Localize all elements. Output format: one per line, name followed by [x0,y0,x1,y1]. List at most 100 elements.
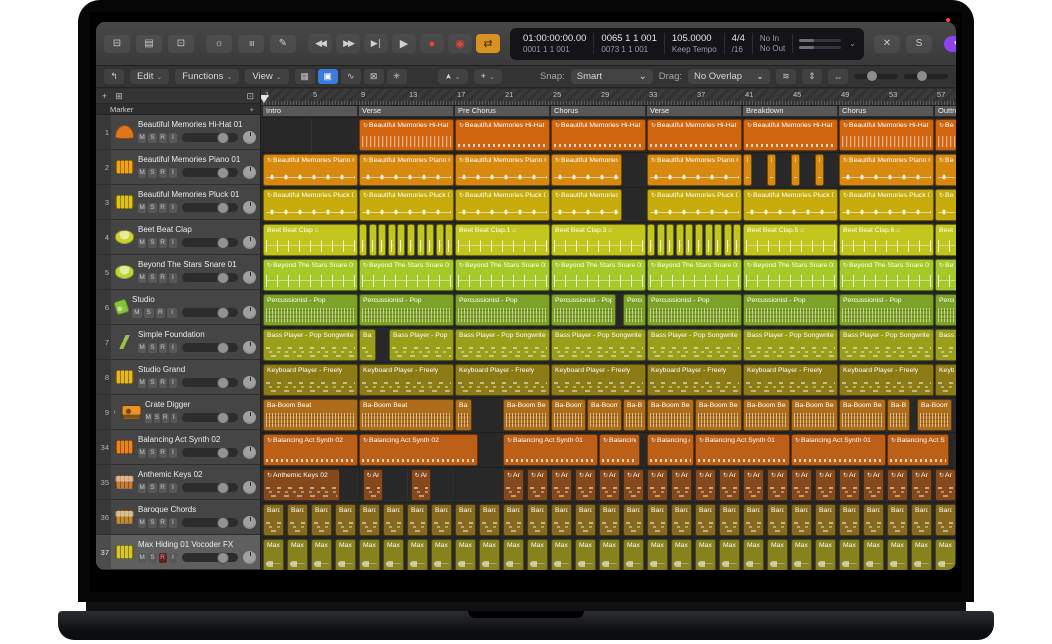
disclosure-icon[interactable]: › [111,409,118,416]
region[interactable]: ↻Balancing [599,434,640,466]
region[interactable]: B [369,224,377,256]
volume-slider[interactable] [182,273,238,282]
region[interactable]: Ba-Boom Beat [359,399,454,431]
record-enable-button[interactable]: R [159,553,167,563]
region[interactable]: ↻Anthe [647,469,668,501]
region[interactable]: Ba-Boom Beat [647,399,694,431]
region[interactable]: Ba-Boom Beat [695,399,742,431]
solo-button[interactable]: S [148,448,156,458]
record-enable-button[interactable]: R [159,483,167,493]
mute-button[interactable]: M [138,448,146,458]
input-monitor-button[interactable]: I [169,203,177,213]
region[interactable]: Baroque Chords [695,504,716,536]
track-header[interactable]: 5Beyond The Stars Snare 01MSRI [96,255,260,290]
pan-knob[interactable] [243,306,256,319]
input-monitor-button[interactable]: I [169,343,177,353]
section-marker[interactable]: Breakdown [743,106,839,116]
region[interactable]: Beet Beat Clap.5 ⌂ [743,224,838,256]
solo-button[interactable]: S [148,203,156,213]
region[interactable]: B [359,224,367,256]
input-monitor-button[interactable]: I [169,238,177,248]
region[interactable]: ↻Beautiful Memories Piano 01.1 [359,154,454,186]
cancel-button[interactable]: ✕ [874,35,900,53]
region[interactable]: B [724,224,732,256]
region[interactable]: ↻Balancing Act Synth 01 [503,434,598,466]
region[interactable]: ↻Anthe [599,469,620,501]
region[interactable]: ↻Beautiful Memories Pluck 01.3 [935,189,956,221]
horizontal-zoom-slider[interactable] [904,74,948,79]
region[interactable]: ↻Anthe [863,469,884,501]
track-header[interactable]: 4Beet Beat ClapMSRI [96,220,260,255]
region[interactable]: Baroque Chords [671,504,692,536]
capture-record-button[interactable]: ◉ [448,34,472,53]
catch-playhead-icon[interactable]: ↰ [104,69,124,84]
mute-button[interactable]: M [138,273,146,283]
mute-button[interactable]: M [138,203,146,213]
region[interactable]: Beet Beat Clap.1 ⌂ [455,224,550,256]
region[interactable]: Baroque Chords [479,504,500,536]
marker-track-header[interactable]: Marker + [96,104,260,115]
solo-button[interactable]: S [148,553,156,563]
region[interactable]: B [666,224,674,256]
automation-view-icon[interactable]: ∿ [341,69,361,84]
region[interactable]: Baroque Chords [839,504,860,536]
mute-button[interactable]: M [132,308,142,318]
region[interactable]: B [417,224,425,256]
region[interactable]: Percussionist - Pop [359,294,454,326]
add-marker-icon[interactable]: + [250,105,254,114]
mute-button[interactable]: M [145,413,152,423]
region[interactable]: ↻Beyond The Stars Snare 02.1 [551,259,646,291]
duplicate-track-button[interactable]: ⊞ [115,91,123,102]
region[interactable]: B [657,224,665,256]
solo-button[interactable]: S [906,35,932,53]
play-button[interactable]: ▶ [392,34,416,53]
region[interactable]: ↻Beautiful Memories Hi-Hat 02.1 [551,119,646,151]
region[interactable]: Keyboard Player - Freely [263,364,358,396]
track-header[interactable]: 6StudioMSRI [96,290,260,325]
pan-knob[interactable] [243,551,256,564]
region[interactable]: Percussionist - Pop [743,294,838,326]
region[interactable]: Be [815,154,824,186]
region[interactable]: B [705,224,713,256]
region[interactable]: Ba-Boom Beat [743,399,790,431]
input-monitor-button[interactable]: I [169,273,177,283]
region[interactable]: Baroque Chords [503,504,524,536]
region[interactable]: Keyboard Player - Freely [359,364,454,396]
record-enable-button[interactable]: R [162,413,169,423]
solo-button[interactable]: S [148,343,156,353]
region[interactable]: ↻Beautiful Memories Pluck 01.1 [359,189,454,221]
region[interactable]: Keyboard Player - Freely [935,364,956,396]
record-enable-button[interactable]: R [159,378,167,388]
region[interactable]: Baroque Chords [887,504,908,536]
region[interactable]: Max Hiding 01 V [863,539,884,570]
region[interactable]: ↻Beyond The Stars Snare 02 ∞ [455,259,550,291]
solo-button[interactable]: S [148,518,156,528]
region[interactable]: ↻Anthe [363,469,383,501]
region[interactable]: Baroque Chords [743,504,764,536]
pan-knob[interactable] [243,516,256,529]
track-header-options-icon[interactable]: ⊡ [246,91,254,102]
rewind-button[interactable]: ◀◀ [308,34,332,53]
region[interactable]: ↻Anthe [695,469,716,501]
region[interactable]: ↻Balancing Act [647,434,694,466]
mute-button[interactable]: M [138,238,146,248]
section-marker[interactable]: Outtro [935,106,956,116]
volume-slider[interactable] [182,413,238,422]
inspector-toggle-icon[interactable]: ⊡ [168,35,194,53]
input-monitor-button[interactable]: I [169,518,177,528]
volume-slider[interactable] [182,378,238,387]
region[interactable]: Max Hiding 01 V [407,539,428,570]
region[interactable]: Max Hiding 01 V [815,539,836,570]
pan-knob[interactable] [243,271,256,284]
region[interactable]: ↻Beautiful Memories Piano 02.2 [647,154,742,186]
bar-ruler[interactable]: 159131721252933374145495357 [261,89,956,106]
vertical-zoom-slider[interactable] [854,74,898,79]
pan-knob[interactable] [243,201,256,214]
record-enable-button[interactable]: R [159,133,167,143]
region[interactable]: ↻Anthe [935,469,956,501]
input-monitor-button[interactable]: I [169,553,177,563]
track-header[interactable]: 36Baroque ChordsMSRI [96,500,260,535]
region[interactable]: Max Hiding 01 V [311,539,332,570]
tuner-icon[interactable]: ☼ [206,35,232,53]
record-enable-button[interactable]: R [159,518,167,528]
